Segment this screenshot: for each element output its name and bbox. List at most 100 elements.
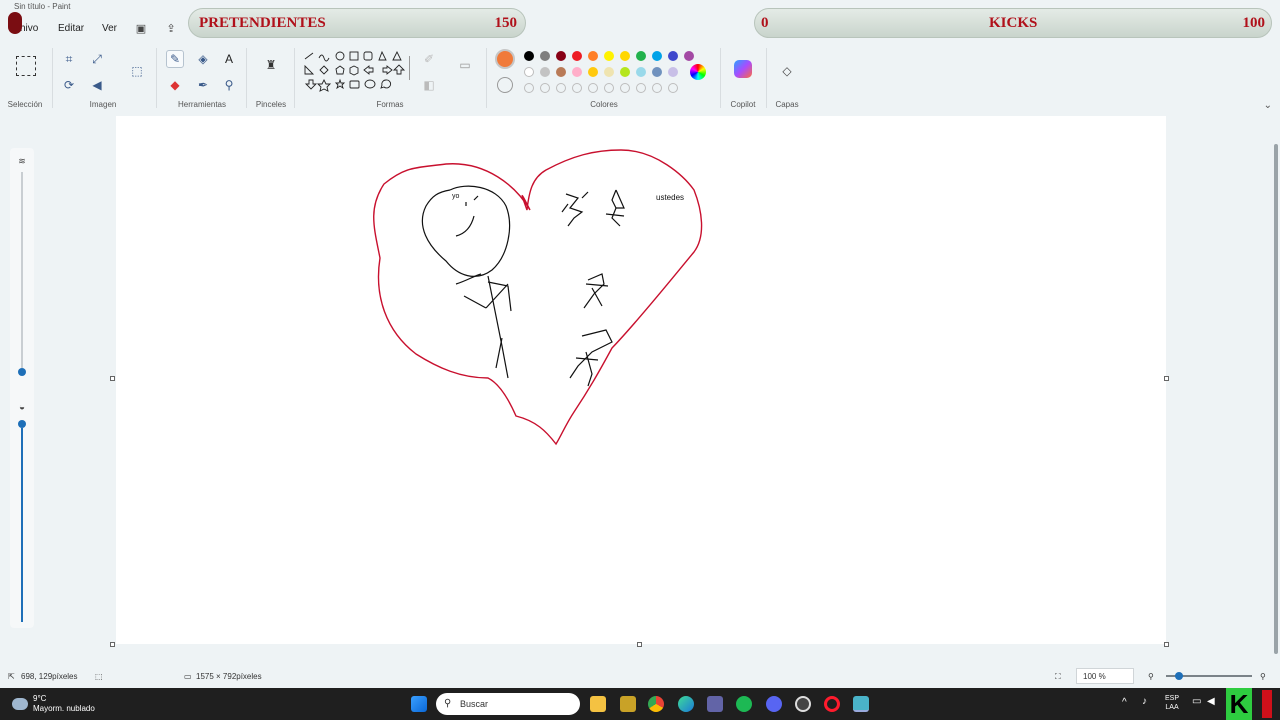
zoom-in-icon[interactable]: ⚲ (1260, 672, 1266, 681)
shape-fill-icon[interactable]: ▭ (456, 56, 474, 74)
teams-icon[interactable] (707, 696, 723, 712)
color-swatch[interactable] (620, 67, 630, 77)
brush-icon[interactable]: ♜ (262, 56, 280, 74)
edit-colors-icon[interactable] (690, 64, 706, 80)
zoom-slider-thumb[interactable] (1175, 672, 1183, 680)
lang-line1: ESP (1165, 695, 1180, 702)
custom-color-slot[interactable] (668, 83, 678, 93)
size-slider-thumb[interactable] (18, 368, 26, 376)
microphone-icon[interactable]: ♪ (1142, 696, 1147, 707)
copilot-icon[interactable] (734, 60, 752, 78)
resize-handle-bottom-right[interactable] (1164, 642, 1169, 647)
custom-color-slot[interactable] (524, 83, 534, 93)
opera-icon[interactable] (824, 696, 840, 712)
fit-view-icon[interactable]: ⛶ (1055, 672, 1061, 682)
paint-icon[interactable] (853, 696, 869, 712)
color-swatch[interactable] (572, 67, 582, 77)
weather-cloud-icon[interactable] (12, 698, 28, 710)
custom-color-slot[interactable] (604, 83, 614, 93)
discord-icon[interactable] (766, 696, 782, 712)
color-swatch[interactable] (668, 51, 678, 61)
color-swatch[interactable] (652, 51, 662, 61)
network-icon[interactable]: ▭ (1192, 696, 1201, 707)
color-swatch[interactable] (652, 67, 662, 77)
menu-editar[interactable]: Editar (58, 23, 84, 34)
volume-icon[interactable]: ◀ (1207, 696, 1215, 707)
custom-color-slot[interactable] (620, 83, 630, 93)
rotate-icon[interactable]: ⟳ (60, 76, 78, 94)
image-select-icon[interactable]: ⬚ (128, 62, 146, 80)
save-icon[interactable]: ▣ (134, 22, 148, 36)
secondary-color-swatch[interactable] (497, 77, 513, 93)
overlay-kicks-label: KICKS (989, 15, 1038, 31)
chrome-icon[interactable] (648, 696, 664, 712)
edge-icon[interactable] (678, 696, 694, 712)
color-swatch[interactable] (524, 67, 534, 77)
overlay-red-marker (8, 12, 22, 34)
color-swatch[interactable] (604, 67, 614, 77)
fill-bucket-icon[interactable]: ◈ (194, 50, 212, 68)
ribbon-collapse-chevron-icon[interactable]: ⌄ (1264, 100, 1272, 111)
resize-handle-bottom[interactable] (637, 642, 642, 647)
zoom-select[interactable]: 100 % (1076, 668, 1134, 684)
color-swatch[interactable] (620, 51, 630, 61)
menu-ver[interactable]: Ver (102, 23, 117, 34)
color-swatch[interactable] (604, 51, 614, 61)
drawing-canvas[interactable]: yo ustedes (116, 116, 1166, 644)
opacity-slider-thumb[interactable] (18, 420, 26, 428)
color-swatch[interactable] (572, 51, 582, 61)
share-icon[interactable]: ⇪ (164, 22, 178, 36)
custom-color-slot[interactable] (540, 83, 550, 93)
vertical-scrollbar[interactable] (1274, 144, 1278, 654)
color-swatch[interactable] (540, 67, 550, 77)
taskbar-search[interactable]: ⚲ Buscar (436, 693, 580, 715)
resize-handle-left[interactable] (110, 376, 115, 381)
custom-color-slot[interactable] (572, 83, 582, 93)
color-swatch[interactable] (524, 51, 534, 61)
color-swatch[interactable] (556, 67, 566, 77)
custom-color-slot[interactable] (636, 83, 646, 93)
color-swatch[interactable] (636, 67, 646, 77)
language-indicator[interactable]: ESP LAA (1165, 694, 1179, 712)
color-picker-icon[interactable]: ✒ (194, 76, 212, 94)
tray-chevron-up-icon[interactable]: ^ (1122, 697, 1127, 708)
menu-archivo[interactable]: hivo (20, 23, 38, 34)
color-swatch[interactable] (668, 67, 678, 77)
shapes-scroll[interactable] (409, 56, 410, 80)
windows-start-icon[interactable] (411, 696, 427, 712)
file-explorer-icon[interactable] (590, 696, 606, 712)
overlay-banner-right: 0 KICKS 100 (754, 8, 1272, 38)
color-swatch[interactable] (556, 51, 566, 61)
size-slider-track[interactable] (21, 172, 23, 368)
opacity-slider-track[interactable] (21, 428, 23, 622)
weather-widget[interactable]: 9°C Mayorm. nublado (33, 694, 95, 714)
fill-style-icon[interactable]: ◧ (420, 76, 438, 94)
spotify-icon[interactable] (736, 696, 752, 712)
layers-icon[interactable]: ◇ (778, 62, 796, 80)
resize-handle-right[interactable] (1164, 376, 1169, 381)
color-swatch[interactable] (588, 67, 598, 77)
pencil-icon[interactable]: ✎ (166, 50, 184, 68)
color-swatch[interactable] (540, 51, 550, 61)
zoom-out-icon[interactable]: ⚲ (1148, 672, 1154, 681)
custom-color-slot[interactable] (652, 83, 662, 93)
resize-handle-bottom-left[interactable] (110, 642, 115, 647)
color-swatch[interactable] (636, 51, 646, 61)
primary-color-swatch[interactable] (495, 49, 515, 69)
eraser-icon[interactable]: ◆ (166, 76, 184, 94)
shapes-gallery[interactable] (302, 50, 410, 100)
color-swatch[interactable] (588, 51, 598, 61)
crop-icon[interactable]: ⌗ (60, 50, 78, 68)
obs-icon[interactable] (795, 696, 811, 712)
custom-color-slot[interactable] (556, 83, 566, 93)
outline-icon[interactable]: ✐ (420, 50, 438, 68)
magnifier-icon[interactable]: ⚲ (220, 76, 238, 94)
flip-icon[interactable]: ◀ (88, 76, 106, 94)
custom-color-slot[interactable] (588, 83, 598, 93)
color-swatch[interactable] (684, 51, 694, 61)
notes-app-icon[interactable] (620, 696, 636, 712)
select-rectangle-icon[interactable] (16, 56, 36, 76)
overlay-kicks-value: 100 (1242, 15, 1266, 31)
text-tool-icon[interactable]: A (220, 50, 238, 68)
resize-icon[interactable]: ⤢ (88, 50, 106, 68)
